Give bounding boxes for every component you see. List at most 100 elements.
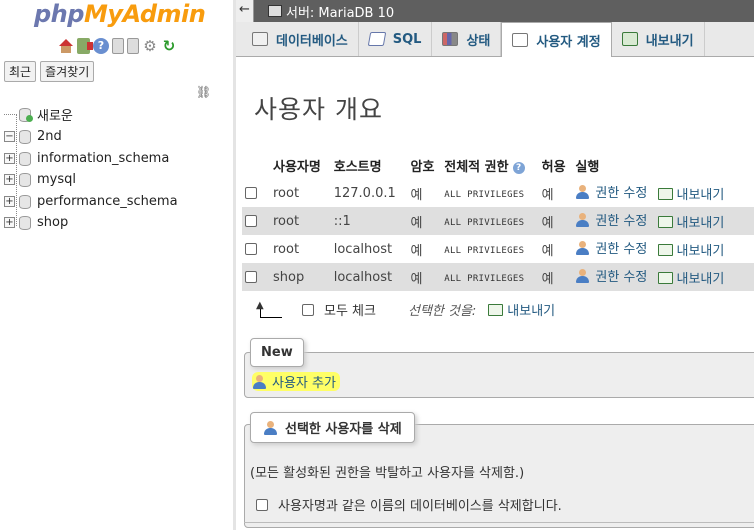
row-checkbox[interactable] xyxy=(245,243,257,255)
tab-user-accounts[interactable]: 사용자 계정 xyxy=(501,22,612,57)
help-icon[interactable]: ? xyxy=(93,38,109,54)
documentation-icon[interactable] xyxy=(112,38,124,54)
tab-sql[interactable]: SQL xyxy=(359,22,433,56)
delete-user-icon xyxy=(263,420,279,436)
link-label: 권한 수정 xyxy=(595,214,648,230)
link-label: 권한 수정 xyxy=(595,186,648,202)
export-user-link[interactable]: 내보내기 xyxy=(657,184,725,204)
expand-icon[interactable]: + xyxy=(4,152,15,164)
phpmyadmin-logo[interactable]: phpMyAdmin xyxy=(34,0,206,28)
tab-label: 사용자 계정 xyxy=(536,34,601,50)
sql-docs-icon[interactable] xyxy=(127,38,139,54)
cell-username: root xyxy=(270,179,331,207)
navigation-panel: phpMyAdmin ? ⚙ ↻ 최근 즐겨찾기 ⛓ 새로운 − 2nd + i… xyxy=(0,0,236,530)
logout-icon[interactable] xyxy=(77,38,93,54)
edit-privileges-link[interactable]: 권한 수정 xyxy=(575,182,647,201)
reload-icon[interactable]: ↻ xyxy=(161,38,177,54)
export-selected-link[interactable]: 내보내기 xyxy=(488,300,555,319)
tree-item-mysql[interactable]: + mysql xyxy=(4,169,76,189)
header-grant[interactable]: 허용 xyxy=(538,152,573,179)
header-password[interactable]: 암호 xyxy=(407,152,442,179)
cell-grant: 예 xyxy=(538,179,573,207)
delete-selected-users-button[interactable]: 선택한 사용자를 삭제 xyxy=(250,412,415,443)
server-breadcrumb[interactable]: 서버: MariaDB 10 xyxy=(286,2,394,21)
export-user-link[interactable]: 내보내기 xyxy=(657,268,724,287)
tab-export[interactable]: 내보내기 xyxy=(612,22,705,56)
row-checkbox[interactable] xyxy=(245,215,257,227)
tab-label: 데이터베이스 xyxy=(276,33,348,49)
home-icon[interactable] xyxy=(58,38,74,54)
add-user-link[interactable]: 사용자 추가 xyxy=(252,372,340,391)
collapse-nav-arrow-icon[interactable]: ← xyxy=(236,0,254,22)
recent-button[interactable]: 최근 xyxy=(4,61,37,82)
export-user-link[interactable]: 내보내기 xyxy=(657,240,724,259)
database-icon xyxy=(18,215,31,230)
check-all-label[interactable]: 모두 체크 xyxy=(324,300,376,319)
status-icon xyxy=(442,32,459,46)
tree-item-label: performance_schema xyxy=(37,193,178,209)
edit-privileges-link[interactable]: 권한 수정 xyxy=(575,266,647,285)
users-icon xyxy=(512,33,529,47)
server-breadcrumb-bar: ← 서버: MariaDB 10 xyxy=(236,0,754,22)
logo-myadmin: MyAdmin xyxy=(83,0,206,28)
with-selected-bar: ▲ 모두 체크 선택한 것을: 내보내기 xyxy=(256,300,561,320)
cell-username: root xyxy=(270,235,331,263)
export-icon xyxy=(657,271,673,284)
privileges-value: ALL PRIVILEGES xyxy=(444,217,525,228)
database-icon xyxy=(18,194,31,209)
link-label: 권한 수정 xyxy=(595,270,648,286)
user-accounts-table: 사용자명 호스트명 암호 전체적 권한? 허용 실행 root 127.0.0.… xyxy=(242,152,754,291)
drop-db-checkbox[interactable] xyxy=(256,498,268,511)
row-select xyxy=(242,263,270,291)
add-user-icon xyxy=(252,374,268,390)
cell-password: 예 xyxy=(407,207,442,235)
help-icon[interactable]: ? xyxy=(512,161,525,174)
tree-branch-line xyxy=(4,113,15,115)
collapse-icon[interactable]: − xyxy=(4,130,15,142)
tree-item-label: mysql xyxy=(37,171,76,187)
tree-item-label: information_schema xyxy=(37,150,170,166)
expand-icon[interactable]: + xyxy=(4,173,15,185)
settings-gear-icon[interactable]: ⚙ xyxy=(142,38,158,54)
nav-icon-row: ? ⚙ ↻ xyxy=(58,38,177,54)
tab-label: SQL xyxy=(392,31,422,47)
edit-privileges-link[interactable]: 권한 수정 xyxy=(575,238,647,257)
row-checkbox[interactable] xyxy=(245,271,257,283)
tree-item-shop[interactable]: + shop xyxy=(4,212,68,232)
tree-item-new[interactable]: 새로운 xyxy=(4,104,73,124)
delete-button-label: 선택한 사용자를 삭제 xyxy=(285,422,402,437)
tree-item-label: 새로운 xyxy=(37,108,73,124)
tree-item-information-schema[interactable]: + information_schema xyxy=(4,148,169,168)
divider xyxy=(244,522,754,523)
header-global-privileges[interactable]: 전체적 권한? xyxy=(441,152,539,179)
favorites-button[interactable]: 즐겨찾기 xyxy=(40,61,95,82)
link-label: 내보내기 xyxy=(676,188,725,204)
database-icon xyxy=(18,151,31,166)
header-hostname[interactable]: 호스트명 xyxy=(330,152,408,179)
cell-privileges: ALL PRIVILEGES xyxy=(441,179,539,207)
link-icon[interactable]: ⛓ xyxy=(196,85,211,99)
tree-item-performance-schema[interactable]: + performance_schema xyxy=(4,191,178,211)
export-icon xyxy=(621,32,638,46)
tab-status[interactable]: 상태 xyxy=(432,22,502,56)
tab-databases[interactable]: 데이터베이스 xyxy=(242,22,359,56)
drop-db-label[interactable]: 사용자명과 같은 이름의 데이터베이스를 삭제합니다. xyxy=(278,495,562,514)
header-username[interactable]: 사용자명 xyxy=(270,152,331,179)
privileges-value: ALL PRIVILEGES xyxy=(444,189,525,200)
check-all-checkbox[interactable] xyxy=(302,303,314,316)
export-user-link[interactable]: 내보내기 xyxy=(657,212,725,232)
cell-hostname: 127.0.0.1 xyxy=(330,179,408,207)
server-icon xyxy=(268,5,282,17)
edit-user-icon xyxy=(575,184,591,200)
row-checkbox[interactable] xyxy=(245,187,257,199)
link-label: 내보내기 xyxy=(676,216,725,232)
expand-icon[interactable]: + xyxy=(4,216,15,228)
expand-icon[interactable]: + xyxy=(4,195,15,207)
row-select xyxy=(242,235,270,263)
table-row: root 127.0.0.1 예 ALL PRIVILEGES 예 권한 수정 … xyxy=(242,179,754,207)
edit-user-icon xyxy=(575,212,591,228)
edit-privileges-link[interactable]: 권한 수정 xyxy=(575,210,647,229)
export-icon xyxy=(657,187,673,200)
database-icon xyxy=(18,172,31,187)
tree-item-2nd[interactable]: − 2nd xyxy=(4,126,62,146)
